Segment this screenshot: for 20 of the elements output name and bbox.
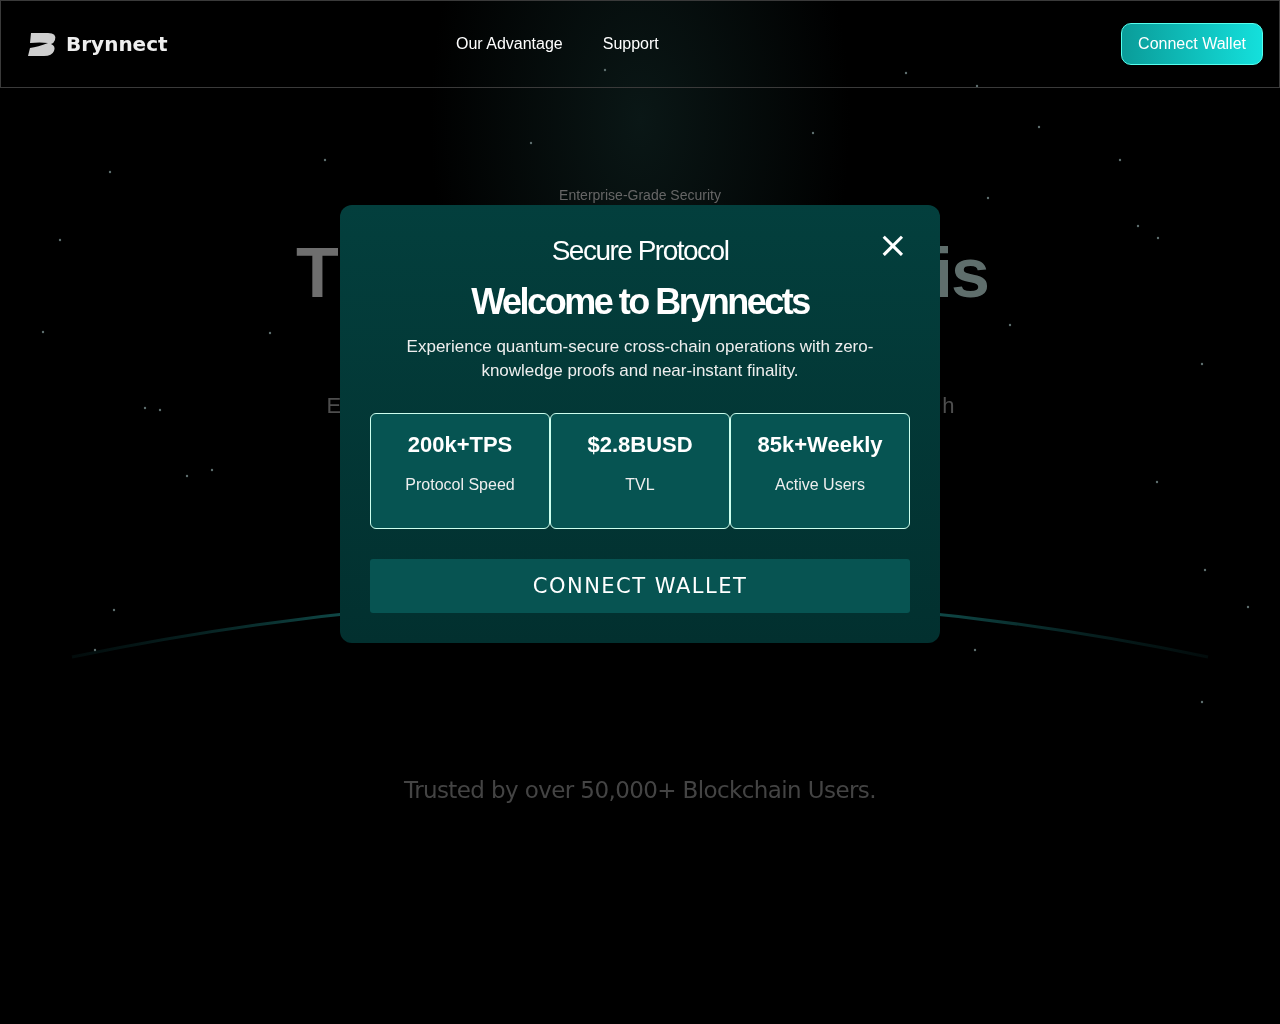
hero-subtitle-fragment: E [326, 393, 342, 419]
stat-value: 200k+TPS [407, 432, 513, 458]
nav-link[interactable]: Support [602, 35, 659, 53]
hero-eyebrow: Enterprise-Grade Security [559, 187, 721, 203]
hero-heading-fragment: T [296, 233, 337, 313]
dialog-title: Welcome to Brynnects [471, 281, 809, 323]
logo-icon [26, 31, 58, 57]
stat-value: 85k+Weekly [757, 432, 883, 458]
stat-label: TVL [625, 476, 655, 494]
hero-subtitle-fragment: h [942, 393, 955, 419]
stat-label: Protocol Speed [405, 476, 515, 494]
connect-wallet-button[interactable]: CONNECT WALLET [370, 559, 910, 613]
stat-value: $2.8BUSD [587, 432, 693, 458]
nav-link[interactable]: Our Advantage [456, 35, 563, 53]
dialog-kicker: Secure Protocol [551, 235, 729, 267]
brand-name: Brynnect [66, 32, 168, 56]
close-button[interactable]: × [873, 227, 912, 263]
stat-label: Active Users [775, 476, 865, 494]
dialog-description: Experience quantum-secure cross-chain operations with zero-knowledge proofs and near-instant finality. [405, 336, 875, 382]
trust-text: Trusted by over 50,000+ Blockchain Users. [404, 777, 876, 803]
